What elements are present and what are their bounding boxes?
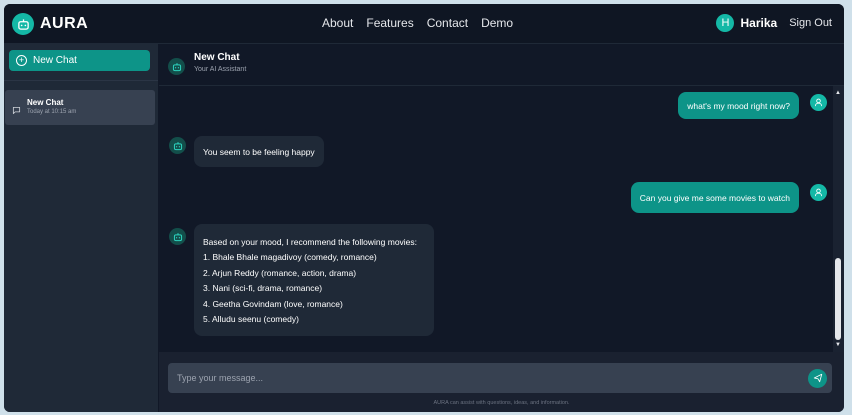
bot-message-text: You seem to be feeling happy [203, 146, 315, 157]
brand[interactable]: AURA [12, 12, 88, 36]
scrollbar-thumb[interactable] [835, 258, 841, 340]
send-icon [813, 370, 823, 388]
bot-message: Based on your mood, I recommend the foll… [194, 224, 434, 336]
person-icon [810, 184, 827, 201]
message-scrollbar[interactable]: ▲ ▼ [833, 86, 844, 352]
scroll-up-arrow-icon[interactable]: ▲ [835, 90, 841, 96]
chat-item-time: Today at 10:15 am [27, 109, 77, 115]
chat-subtitle: Your AI Assistant [194, 66, 247, 73]
new-chat-button[interactable]: + New Chat [9, 50, 150, 71]
composer: AURA can assist with questions, ideas, a… [159, 352, 844, 412]
plus-circle-icon: + [16, 55, 27, 66]
bot-message-line: 4. Geetha Govindam (love, romance) [203, 298, 343, 309]
new-chat-label: New Chat [33, 55, 77, 66]
message-square-icon [12, 102, 21, 120]
user-message-text: what's my mood right now? [687, 100, 790, 111]
bot-message-line: 5. Alludu seenu (comedy) [203, 313, 299, 324]
top-nav-bar: AURA About Features Contact Demo H Harik… [4, 4, 844, 44]
bot-message-line: Based on your mood, I recommend the foll… [203, 237, 418, 247]
sidebar-divider [4, 80, 158, 81]
robot-icon [168, 58, 185, 75]
nav-contact[interactable]: Contact [427, 16, 468, 30]
send-button[interactable] [808, 369, 827, 388]
chat-title: New Chat [194, 52, 240, 63]
nav-about[interactable]: About [322, 16, 353, 30]
nav-features[interactable]: Features [366, 16, 413, 30]
sidebar: + New Chat New Chat Today at 10:15 am [4, 44, 158, 412]
user-message: what's my mood right now? [678, 92, 799, 119]
person-icon [810, 94, 827, 111]
robot-icon [169, 228, 186, 245]
bot-message: You seem to be feeling happy [194, 136, 324, 167]
brand-name: AURA [40, 15, 89, 32]
user-message-text: Can you give me some movies to watch [639, 192, 790, 203]
robot-icon [169, 137, 186, 154]
bot-message-line: 2. Arjun Reddy (romance, action, drama) [203, 267, 357, 278]
bot-message-line: 3. Nani (sci-fi, drama, romance) [203, 283, 323, 294]
user-message: Can you give me some movies to watch [630, 182, 799, 213]
message-list: what's my mood right now? You seem to be… [159, 86, 832, 350]
user-name: Harika [740, 16, 778, 30]
app-window: AURA About Features Contact Demo H Harik… [4, 4, 844, 412]
scroll-down-arrow-icon[interactable]: ▼ [835, 342, 841, 348]
nav-demo[interactable]: Demo [481, 16, 513, 30]
bot-message-line: 1. Bhale Bhale magadivoy (comedy, romanc… [203, 252, 377, 263]
main-nav: About Features Contact Demo [322, 16, 513, 30]
sidebar-chat-item[interactable]: New Chat Today at 10:15 am [5, 90, 155, 125]
avatar[interactable]: H [716, 14, 735, 32]
user-menu: H Harika Sign Out [716, 14, 832, 32]
chat-header: New Chat Your AI Assistant [159, 44, 844, 86]
robot-icon [12, 13, 34, 35]
message-input[interactable] [168, 363, 832, 393]
sign-out-button[interactable]: Sign Out [789, 17, 832, 29]
chat-item-title: New Chat [27, 98, 64, 107]
composer-footnote: AURA can assist with questions, ideas, a… [433, 400, 570, 406]
